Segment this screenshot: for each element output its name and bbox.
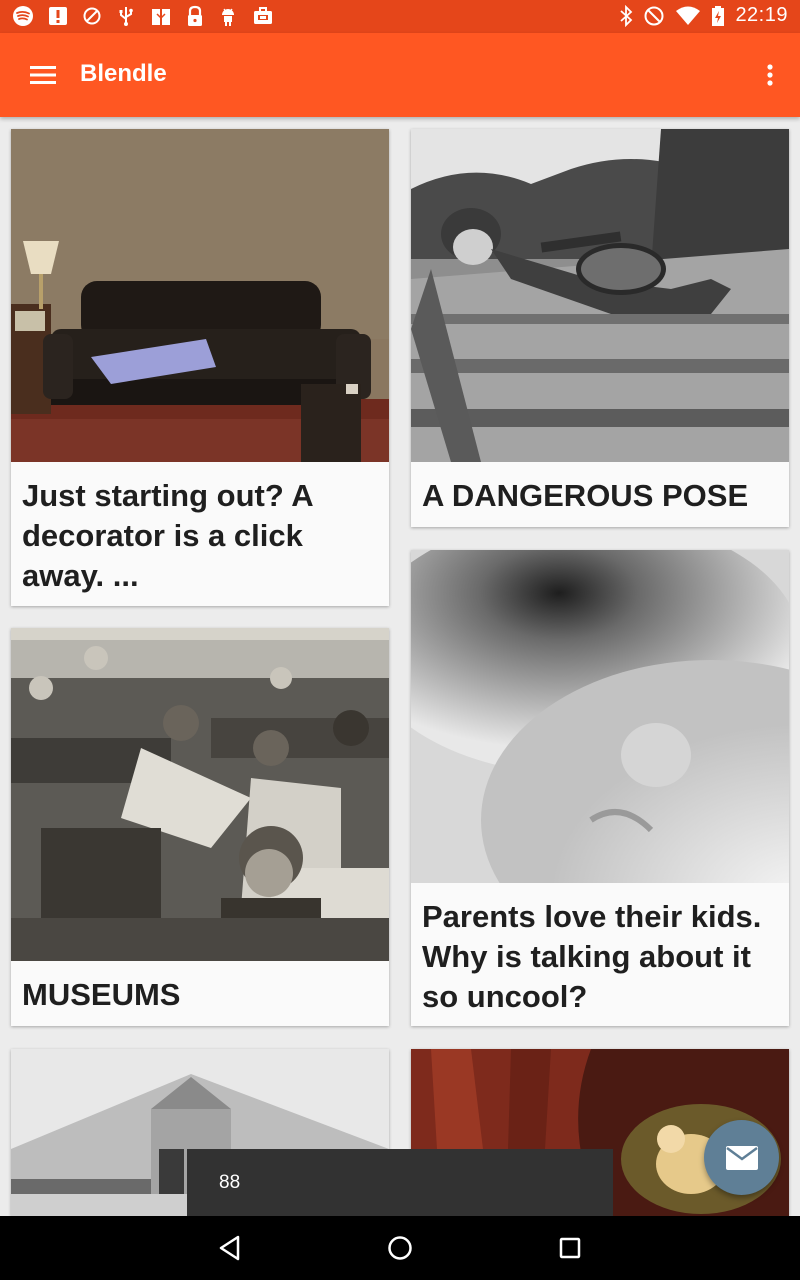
compose-fab[interactable] <box>704 1120 779 1195</box>
home-icon <box>388 1236 412 1260</box>
status-bar: 22:19 <box>0 0 800 33</box>
overflow-menu-button[interactable] <box>760 57 780 93</box>
recents-icon <box>559 1237 581 1259</box>
android-icon <box>222 8 234 26</box>
baby-face-closeup-photo <box>411 550 789 883</box>
bluetooth-icon <box>620 4 633 27</box>
navigation-bar <box>0 1216 800 1280</box>
back-icon <box>219 1235 240 1261</box>
man-on-railroad-guitar-photo <box>411 129 789 462</box>
article-card[interactable]: Just starting out? A decorator is a clic… <box>11 129 389 606</box>
more-vert-icon <box>767 64 773 86</box>
usb-icon <box>119 7 133 26</box>
mail-icon <box>725 1145 758 1170</box>
spotify-icon <box>13 6 33 26</box>
article-title: Parents love their kids. Why is talking … <box>422 899 762 1014</box>
home-button[interactable] <box>382 1230 418 1266</box>
gift-icon <box>152 9 170 25</box>
system-icons: 22:19 <box>619 4 788 27</box>
menu-button[interactable] <box>26 59 60 91</box>
article-title: Just starting out? A decorator is a clic… <box>22 478 313 593</box>
living-room-sofa-photo <box>11 129 389 462</box>
article-card[interactable]: A DANGEROUS POSE <box>411 129 789 527</box>
do-not-disturb-icon <box>644 6 664 25</box>
status-time: 22:19 <box>735 4 788 26</box>
notification-icons <box>12 5 274 27</box>
hamburger-icon <box>30 66 56 84</box>
alert-icon <box>49 7 67 25</box>
lock-icon <box>188 5 202 26</box>
back-button[interactable] <box>212 1230 248 1266</box>
battery-icon <box>712 5 725 26</box>
briefcase-icon <box>254 7 272 24</box>
vintage-classroom-photo <box>11 628 389 961</box>
snackbar: 88 <box>187 1149 613 1216</box>
blocked-icon <box>83 7 101 25</box>
app-title: Blendle <box>80 60 167 87</box>
app-bar: Blendle <box>0 33 800 117</box>
article-title: A DANGEROUS POSE <box>422 478 749 513</box>
article-title: MUSEUMS <box>22 977 181 1012</box>
snackbar-text: 88 <box>219 1172 241 1193</box>
wifi-icon <box>676 6 701 25</box>
article-card[interactable]: Parents love their kids. Why is talking … <box>411 550 789 1026</box>
recents-button[interactable] <box>552 1230 588 1266</box>
article-card[interactable]: MUSEUMS <box>11 628 389 1026</box>
